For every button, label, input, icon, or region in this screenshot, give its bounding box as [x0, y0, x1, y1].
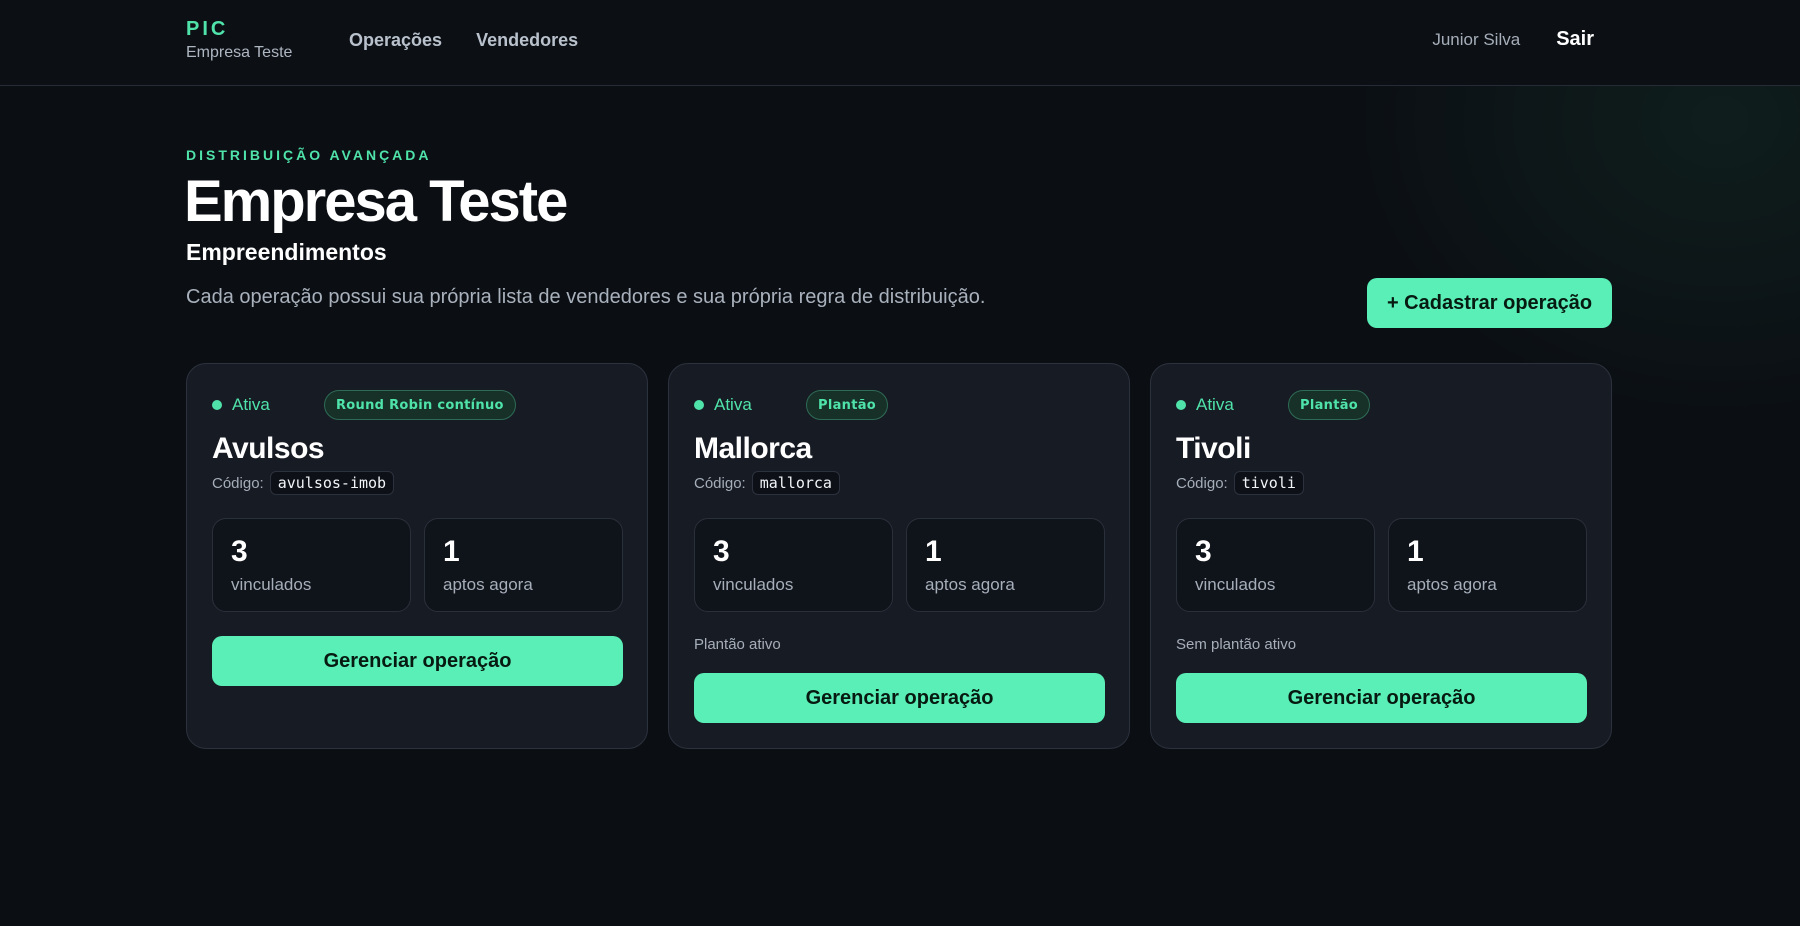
- stats-row: 3 vinculados 1 aptos agora: [212, 518, 623, 612]
- operation-name: Avulsos: [212, 432, 325, 465]
- stat-linked: 3 vinculados: [212, 518, 411, 612]
- stat-available-value: 1: [1407, 535, 1424, 568]
- status-row: Ativa Round Robin contínuo: [212, 390, 516, 420]
- stat-linked-label: vinculados: [1195, 575, 1276, 594]
- code-label: Código:: [212, 474, 264, 492]
- status-label: Ativa: [714, 395, 752, 414]
- operation-name: Tivoli: [1176, 432, 1251, 465]
- user-area: Junior Silva Sair: [1432, 28, 1594, 51]
- status-dot-icon: [1176, 400, 1186, 410]
- stat-linked-value: 3: [713, 535, 730, 568]
- code-row: Código: tivoli: [1176, 471, 1304, 495]
- status-dot-icon: [212, 400, 222, 410]
- status-dot-icon: [694, 400, 704, 410]
- distribution-rule-badge: Plantão: [806, 390, 889, 420]
- stat-linked: 3 vinculados: [694, 518, 893, 612]
- distribution-rule-badge: Plantão: [1288, 390, 1371, 420]
- code-label: Código:: [1176, 474, 1228, 492]
- stat-linked-label: vinculados: [231, 575, 312, 594]
- brand-company-name: Empresa Teste: [186, 44, 293, 61]
- add-operation-button[interactable]: + Cadastrar operação: [1367, 278, 1612, 328]
- distribution-rule-badge: Round Robin contínuo: [324, 390, 516, 420]
- operation-card: Ativa Plantão Tivoli Código: tivoli 3 vi…: [1150, 363, 1612, 749]
- manage-operation-button[interactable]: Gerenciar operação: [212, 636, 623, 686]
- stats-row: 3 vinculados 1 aptos agora: [694, 518, 1105, 612]
- page-eyebrow: DISTRIBUIÇÃO AVANÇADA: [186, 147, 432, 163]
- shift-status: Plantão ativo: [694, 636, 781, 653]
- section-title: Empreendimentos: [186, 239, 387, 265]
- stat-available-value: 1: [443, 535, 460, 568]
- operation-card: Ativa Round Robin contínuo Avulsos Códig…: [186, 363, 648, 749]
- brand-logo-text: PIC: [186, 18, 229, 40]
- manage-operation-button[interactable]: Gerenciar operação: [1176, 673, 1587, 723]
- top-navbar: PIC Empresa Teste Operações Vendedores J…: [0, 0, 1800, 86]
- status-label: Ativa: [1196, 395, 1234, 414]
- page-title: Empresa Teste: [184, 169, 568, 234]
- stat-available: 1 aptos agora: [424, 518, 623, 612]
- operation-code: mallorca: [751, 471, 840, 495]
- stat-available-label: aptos agora: [1407, 575, 1497, 594]
- stat-available: 1 aptos agora: [1388, 518, 1587, 612]
- operation-name: Mallorca: [694, 432, 812, 465]
- manage-operation-button[interactable]: Gerenciar operação: [694, 673, 1105, 723]
- operation-code: avulsos-imob: [269, 471, 395, 495]
- shift-status: Sem plantão ativo: [1176, 636, 1297, 653]
- status-row: Ativa Plantão: [1176, 390, 1371, 420]
- operations-grid: Ativa Round Robin contínuo Avulsos Códig…: [186, 363, 1612, 749]
- brand[interactable]: PIC Empresa Teste: [186, 18, 292, 62]
- user-name: Junior Silva: [1432, 29, 1521, 49]
- stat-available-label: aptos agora: [925, 575, 1015, 594]
- code-label: Código:: [694, 474, 746, 492]
- operation-card: Ativa Plantão Mallorca Código: mallorca …: [668, 363, 1130, 749]
- section-description: Cada operação possui sua própria lista d…: [186, 286, 986, 308]
- stat-linked: 3 vinculados: [1176, 518, 1375, 612]
- operation-code: tivoli: [1233, 471, 1304, 495]
- status-label: Ativa: [232, 395, 270, 414]
- stat-linked-value: 3: [1195, 535, 1212, 568]
- stats-row: 3 vinculados 1 aptos agora: [1176, 518, 1587, 612]
- status-row: Ativa Plantão: [694, 390, 889, 420]
- stat-linked-value: 3: [231, 535, 248, 568]
- stat-linked-label: vinculados: [713, 575, 794, 594]
- stat-available-value: 1: [925, 535, 942, 568]
- stat-available: 1 aptos agora: [906, 518, 1105, 612]
- code-row: Código: avulsos-imob: [212, 471, 395, 495]
- stat-available-label: aptos agora: [443, 575, 533, 594]
- main-nav: Operações Vendedores: [349, 29, 578, 51]
- nav-item-operacoes[interactable]: Operações: [349, 29, 442, 51]
- logout-button[interactable]: Sair: [1556, 28, 1594, 51]
- code-row: Código: mallorca: [694, 471, 840, 495]
- nav-item-vendedores[interactable]: Vendedores: [476, 29, 578, 51]
